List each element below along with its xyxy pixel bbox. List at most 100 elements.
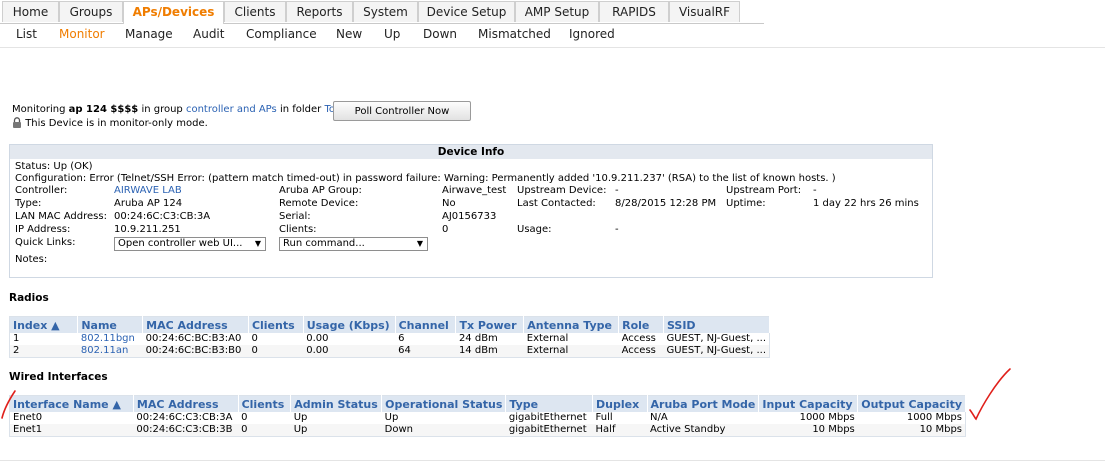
tab-device-setup[interactable]: Device Setup <box>418 1 515 22</box>
subnav-up[interactable]: Up <box>384 27 400 41</box>
group-link[interactable]: controller and APs <box>186 104 277 115</box>
monitoring-summary: Monitoring ap 124 $$$$ in group controll… <box>12 104 341 115</box>
ap-group-value: Airwave_test <box>442 185 507 196</box>
quick-links-value: Open controller web UI... <box>118 238 243 249</box>
in-group-text: in group <box>141 104 183 115</box>
radio-name-link[interactable]: 802.11bgn <box>77 333 143 345</box>
col-role[interactable]: Role <box>618 316 664 333</box>
tab-home[interactable]: Home <box>2 1 59 22</box>
uptime-label: Uptime: <box>726 198 766 209</box>
col-ssid[interactable]: SSID <box>663 316 771 333</box>
table-row: Enet1 00:24:6C:C3:CB:3B 0 Up Down gigabi… <box>9 424 966 437</box>
col-clients[interactable]: Clients <box>238 395 292 412</box>
col-interface-name[interactable]: Interface Name ▲ <box>9 395 134 412</box>
subnav-audit[interactable]: Audit <box>193 27 224 41</box>
last-contacted-label: Last Contacted: <box>517 198 596 209</box>
controller-label: Controller: <box>15 185 68 196</box>
chevron-down-icon: ▼ <box>254 239 261 248</box>
tab-visualrf[interactable]: VisualRF <box>669 1 740 22</box>
upstream-port-value: - <box>813 185 817 196</box>
subnav-compliance[interactable]: Compliance <box>246 27 317 41</box>
cell: External <box>523 345 619 358</box>
tab-system[interactable]: System <box>353 1 418 22</box>
col-port-mode[interactable]: Aruba Port Mode <box>647 395 760 412</box>
cell: gigabitEthernet <box>505 424 593 437</box>
subnav-list[interactable]: List <box>16 27 37 41</box>
header-divider <box>0 47 1105 48</box>
col-channel[interactable]: Channel <box>395 316 457 333</box>
cell: 6 <box>395 333 456 345</box>
col-duplex[interactable]: Duplex <box>592 395 648 412</box>
col-tx-power[interactable]: Tx Power <box>455 316 525 333</box>
upstream-port-label: Upstream Port: <box>726 185 802 196</box>
quick-links-select[interactable]: Open controller web UI... ▼ <box>114 237 266 251</box>
radios-header-row: Index ▲ Name MAC Address Clients Usage (… <box>9 316 771 333</box>
wired-interfaces-table: Interface Name ▲ MAC Address Clients Adm… <box>9 395 966 437</box>
subnav-mismatched[interactable]: Mismatched <box>478 27 551 41</box>
device-name: ap 124 $$$$ <box>68 104 139 115</box>
cell: 0 <box>248 333 304 345</box>
in-folder-text: in folder <box>279 104 322 115</box>
subnav-down[interactable]: Down <box>423 27 457 41</box>
col-antenna[interactable]: Antenna Type <box>523 316 620 333</box>
table-row: Enet0 00:24:6C:C3:CB:3A 0 Up Up gigabitE… <box>9 412 966 424</box>
uptime-value: 1 day 22 hrs 26 mins <box>813 198 919 209</box>
subnav-monitor[interactable]: Monitor <box>59 27 105 41</box>
cell: 10 Mbps <box>857 424 966 437</box>
col-admin-status[interactable]: Admin Status <box>290 395 383 412</box>
col-mac[interactable]: MAC Address <box>133 395 239 412</box>
cell: Down <box>381 424 506 437</box>
serial-value: AJ0156733 <box>442 211 497 222</box>
cell: 2 <box>9 345 78 358</box>
cell: 1 <box>9 333 78 345</box>
tab-reports[interactable]: Reports <box>286 1 353 22</box>
col-clients[interactable]: Clients <box>248 316 304 333</box>
status-text: Status: Up (OK) <box>15 161 93 172</box>
tab-rapids[interactable]: RAPIDS <box>599 1 669 22</box>
col-input-capacity[interactable]: Input Capacity <box>758 395 859 412</box>
device-info-panel: Device Info Status: Up (OK) Configuratio… <box>9 144 933 278</box>
run-command-select[interactable]: Run command... ▼ <box>279 237 428 251</box>
col-usage[interactable]: Usage (Kbps) <box>303 316 396 333</box>
table-row: 1 802.11bgn 00:24:6C:BC:B3:A0 0 0.00 6 2… <box>9 333 770 345</box>
tab-clients[interactable]: Clients <box>224 1 286 22</box>
tab-groups[interactable]: Groups <box>59 1 123 22</box>
cell: External <box>523 333 619 345</box>
clients-value: 0 <box>442 224 449 235</box>
subnav-ignored[interactable]: Ignored <box>569 27 615 41</box>
quick-links-label: Quick Links: <box>15 237 76 248</box>
radios-table: Index ▲ Name MAC Address Clients Usage (… <box>9 316 771 358</box>
wired-interfaces-heading: Wired Interfaces <box>9 371 108 383</box>
col-index[interactable]: Index ▲ <box>9 316 79 333</box>
annotation-check-left-icon <box>1 390 16 419</box>
col-name[interactable]: Name <box>77 316 144 333</box>
cell: GUEST, NJ-Guest, ... <box>663 345 770 358</box>
col-type[interactable]: Type <box>505 395 594 412</box>
tab-amp-setup[interactable]: AMP Setup <box>515 1 599 22</box>
cell: 0 <box>248 345 304 358</box>
tab-aps-devices[interactable]: APs/Devices <box>123 1 224 24</box>
cell: Enet0 <box>9 412 134 424</box>
radio-name-link[interactable]: 802.11an <box>77 345 143 358</box>
subnav-new[interactable]: New <box>336 27 362 41</box>
ip-label: IP Address: <box>15 224 71 235</box>
serial-label: Serial: <box>279 211 311 222</box>
controller-link[interactable]: AIRWAVE LAB <box>114 185 182 196</box>
lan-mac-value: 00:24:6C:C3:CB:3A <box>114 211 211 222</box>
cell: 00:24:6C:BC:B3:B0 <box>142 345 249 358</box>
remote-device-value: No <box>442 198 456 209</box>
cell: Active Standby <box>647 424 759 437</box>
table-row: 2 802.11an 00:24:6C:BC:B3:B0 0 0.00 64 1… <box>9 345 770 358</box>
cell: 00:24:6C:C3:CB:3B <box>133 424 239 437</box>
col-mac[interactable]: MAC Address <box>142 316 249 333</box>
cell: Access <box>618 345 664 358</box>
lan-mac-label: LAN MAC Address: <box>15 211 107 222</box>
cell: 1000 Mbps <box>857 412 966 424</box>
col-output-capacity[interactable]: Output Capacity <box>857 395 966 412</box>
cell: Enet1 <box>9 424 134 437</box>
poll-controller-button[interactable]: Poll Controller Now <box>333 101 471 121</box>
col-operational-status[interactable]: Operational Status <box>381 395 507 412</box>
cell: 14 dBm <box>455 345 524 358</box>
subnav-manage[interactable]: Manage <box>125 27 173 41</box>
main-tab-bar: Home Groups APs/Devices Clients Reports … <box>0 0 1105 24</box>
